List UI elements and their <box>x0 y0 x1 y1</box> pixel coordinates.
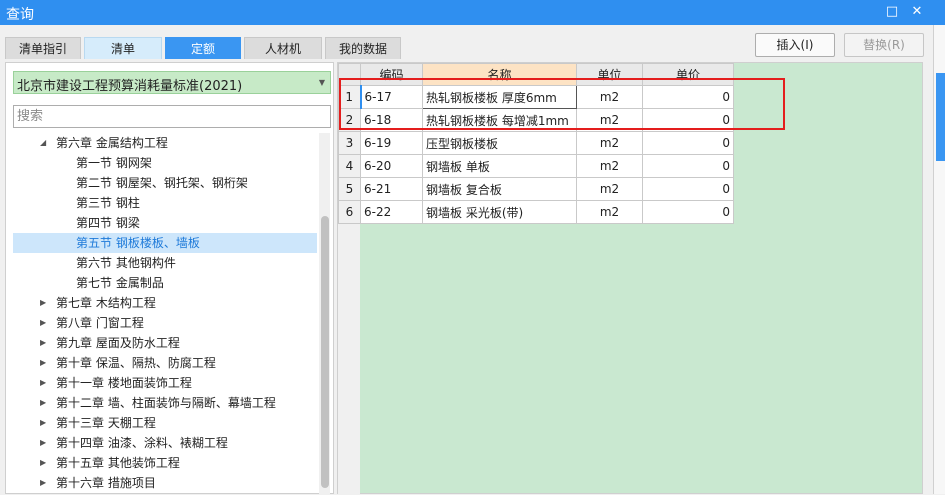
row-number-cell[interactable]: 5 <box>338 177 361 201</box>
row-number-cell[interactable]: 4 <box>338 154 361 178</box>
expand-icon[interactable]: ▶ <box>40 373 46 393</box>
expand-icon[interactable]: ▶ <box>40 313 46 333</box>
tree-node-label: 第十一章 楼地面装饰工程 <box>56 376 192 390</box>
tree-node-label: 第二节 钢屋架、钢托架、钢桁架 <box>76 176 248 190</box>
tree-node-label: 第十四章 油漆、涂料、裱糊工程 <box>56 436 228 450</box>
table-row[interactable]: 4 6-20 钢墙板 单板 m2 0 <box>338 154 734 178</box>
tree-node[interactable]: 第七节 金属制品 <box>13 273 317 293</box>
tree-node-label: 第三节 钢柱 <box>76 196 140 210</box>
expand-icon[interactable]: ▶ <box>40 393 46 413</box>
insert-button[interactable]: 插入(I) <box>755 33 835 57</box>
tree-node-label: 第一节 钢网架 <box>76 156 152 170</box>
tree-scrollbar[interactable] <box>319 133 330 495</box>
tree-node-label: 第十六章 措施项目 <box>56 476 156 490</box>
tab-bar: 清单指引 清单 定额 人材机 我的数据 插入(I) 替换(R) <box>0 25 945 59</box>
window-titlebar: 查询 □ ✕ <box>0 0 945 25</box>
expand-icon[interactable]: ▶ <box>40 413 46 433</box>
highlight-box <box>339 78 785 130</box>
chapter-tree-panel: 北京市建设工程预算消耗量标准(2021) ▼ ◢ 第六章 金属结构工程第一节 钢网… <box>5 62 334 495</box>
name-cell[interactable]: 钢墙板 复合板 <box>422 177 577 201</box>
code-cell[interactable]: 6-20 <box>360 154 423 178</box>
price-cell[interactable]: 0 <box>642 131 734 155</box>
tree-node[interactable]: ▶ 第十三章 天棚工程 <box>13 413 317 433</box>
name-cell[interactable]: 压型钢板楼板 <box>422 131 577 155</box>
unit-cell[interactable]: m2 <box>576 154 643 178</box>
tree-node[interactable]: 第六节 其他钢构件 <box>13 253 317 273</box>
tree-node-label: 第九章 屋面及防水工程 <box>56 336 180 350</box>
expand-icon[interactable]: ▶ <box>40 353 46 373</box>
tree-node[interactable]: ▶ 第七章 木结构工程 <box>13 293 317 313</box>
tab-my-data[interactable]: 我的数据 <box>325 37 401 59</box>
window-title: 查询 <box>6 7 34 23</box>
tree-node-label: 第六节 其他钢构件 <box>76 256 176 270</box>
tree-node[interactable]: 第一节 钢网架 <box>13 153 317 173</box>
tree-node-label: 第七章 木结构工程 <box>56 296 156 310</box>
price-cell[interactable]: 0 <box>642 200 734 224</box>
row-number-cell[interactable]: 6 <box>338 200 361 224</box>
norm-select[interactable]: 北京市建设工程预算消耗量标准(2021) ▼ <box>13 71 331 94</box>
code-cell[interactable]: 6-21 <box>360 177 423 201</box>
table-row[interactable]: 3 6-19 压型钢板楼板 m2 0 <box>338 131 734 155</box>
unit-cell[interactable]: m2 <box>576 177 643 201</box>
tree-node[interactable]: ◢ 第六章 金属结构工程 <box>13 133 317 153</box>
expand-icon[interactable]: ▶ <box>40 433 46 453</box>
scrollbar-thumb[interactable] <box>321 216 329 488</box>
expand-icon[interactable]: ▶ <box>40 333 46 353</box>
tree-node-label: 第八章 门窗工程 <box>56 316 144 330</box>
tree-node-label: 第四节 钢梁 <box>76 216 140 230</box>
tree-node[interactable]: 第四节 钢梁 <box>13 213 317 233</box>
restore-icon[interactable]: □ <box>883 3 901 21</box>
tree-node[interactable]: ▶ 第十一章 楼地面装饰工程 <box>13 373 317 393</box>
tree-node-label: 第十二章 墙、柱面装饰与隔断、幕墙工程 <box>56 396 276 410</box>
norm-select-value: 北京市建设工程预算消耗量标准(2021) <box>17 79 243 94</box>
unit-cell[interactable]: m2 <box>576 200 643 224</box>
name-cell[interactable]: 钢墙板 单板 <box>422 154 577 178</box>
expand-icon[interactable]: ▶ <box>40 293 46 313</box>
tree-node[interactable]: 第三节 钢柱 <box>13 193 317 213</box>
tree-node[interactable]: ▶ 第十二章 墙、柱面装饰与隔断、幕墙工程 <box>13 393 317 413</box>
expand-icon[interactable]: ▶ <box>40 473 46 493</box>
code-cell[interactable]: 6-22 <box>360 200 423 224</box>
tree-node[interactable]: ▶ 第八章 门窗工程 <box>13 313 317 333</box>
tree-node-label: 第十章 保温、隔热、防腐工程 <box>56 356 216 370</box>
table-row[interactable]: 5 6-21 钢墙板 复合板 m2 0 <box>338 177 734 201</box>
chevron-down-icon[interactable]: ▼ <box>319 78 325 87</box>
tree-node-label: 第六章 金属结构工程 <box>56 136 168 150</box>
tree-node[interactable]: ▶ 第十六章 措施项目 <box>13 473 317 493</box>
expand-icon[interactable]: ▶ <box>40 453 46 473</box>
tab-bill-list[interactable]: 清单 <box>84 37 162 59</box>
tree-node[interactable]: 第二节 钢屋架、钢托架、钢桁架 <box>13 173 317 193</box>
tree-node-label: 第五节 钢板楼板、墙板 <box>76 236 200 250</box>
search-input[interactable] <box>13 105 331 128</box>
code-cell[interactable]: 6-19 <box>360 131 423 155</box>
price-cell[interactable]: 0 <box>642 177 734 201</box>
replace-button[interactable]: 替换(R) <box>844 33 924 57</box>
right-edge-panel <box>933 25 945 494</box>
row-number-cell[interactable]: 3 <box>338 131 361 155</box>
collapse-icon[interactable]: ◢ <box>40 133 46 153</box>
chapter-tree: ◢ 第六章 金属结构工程 第一节 钢网架 第二节 钢屋架、钢托架、钢桁架 第三节 钢柱第… <box>13 133 317 495</box>
tab-quota[interactable]: 定额 <box>165 37 241 59</box>
price-cell[interactable]: 0 <box>642 154 734 178</box>
tree-node[interactable]: ▶ 第十章 保温、隔热、防腐工程 <box>13 353 317 373</box>
name-cell[interactable]: 钢墙板 采光板(带) <box>422 200 577 224</box>
tree-node[interactable]: 第五节 钢板楼板、墙板 <box>13 233 317 253</box>
unit-cell[interactable]: m2 <box>576 131 643 155</box>
tab-labor-material-machine[interactable]: 人材机 <box>244 37 322 59</box>
tree-node-label: 第十五章 其他装饰工程 <box>56 456 180 470</box>
tab-list-guide[interactable]: 清单指引 <box>5 37 81 59</box>
tree-node-label: 第十三章 天棚工程 <box>56 416 156 430</box>
tree-node[interactable]: ▶ 第十五章 其他装饰工程 <box>13 453 317 473</box>
tree-node-label: 第七节 金属制品 <box>76 276 164 290</box>
tree-node[interactable]: ▶ 第九章 屋面及防水工程 <box>13 333 317 353</box>
side-accent <box>936 73 945 161</box>
tree-node[interactable]: ▶ 第十四章 油漆、涂料、裱糊工程 <box>13 433 317 453</box>
close-icon[interactable]: ✕ <box>908 3 926 21</box>
table-row[interactable]: 6 6-22 钢墙板 采光板(带) m2 0 <box>338 200 734 224</box>
